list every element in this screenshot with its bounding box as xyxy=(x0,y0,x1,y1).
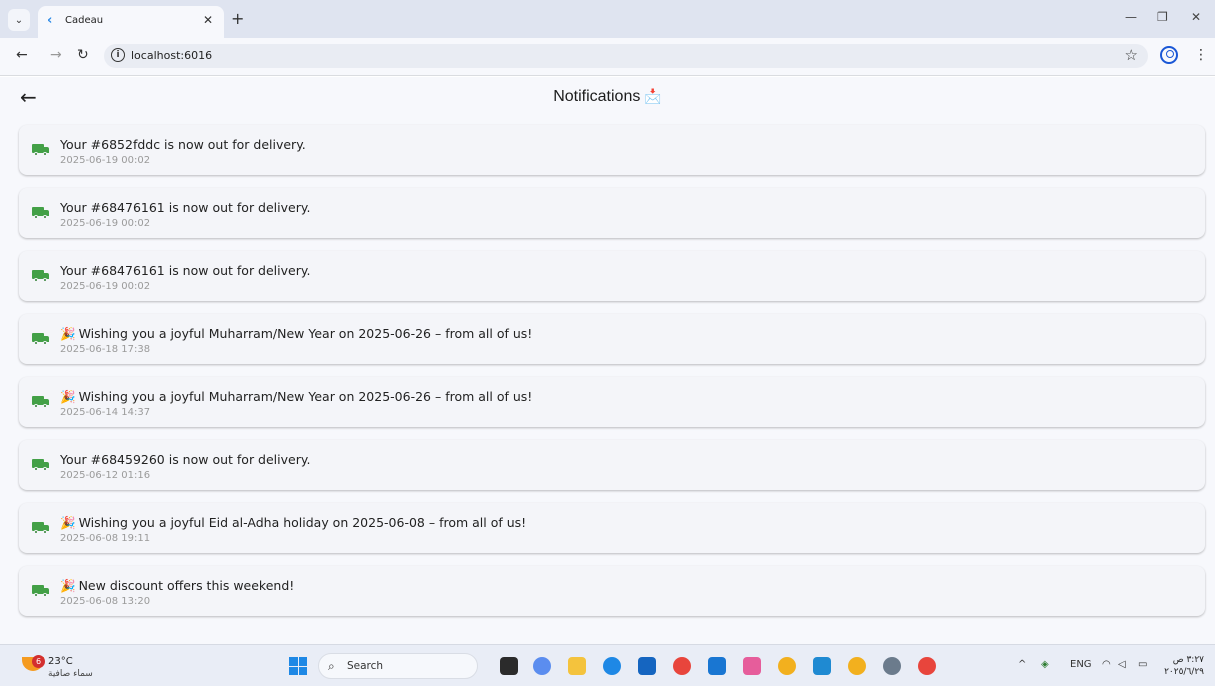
restore-icon[interactable]: ❐ xyxy=(1157,10,1168,24)
envelope-icon: 📩 xyxy=(644,88,662,104)
party-popper-icon: 🎉 xyxy=(60,578,76,593)
notification-card[interactable]: 🎉 Wishing you a joyful Eid al-Adha holida… xyxy=(19,503,1205,553)
close-tab-icon[interactable]: ✕ xyxy=(203,13,213,27)
outlook-icon[interactable] xyxy=(708,657,726,675)
delivery-truck-icon xyxy=(32,207,50,219)
notification-message: 🎉 Wishing you a joyful Eid al-Adha holida… xyxy=(60,515,526,531)
copilot-icon[interactable] xyxy=(533,657,551,675)
browser-toolbar: ← → ↻ i localhost:6016 ☆ ⋮ xyxy=(0,38,1215,76)
bookmark-star-icon[interactable]: ☆ xyxy=(1125,46,1138,64)
system-clock[interactable]: ٣:٢٧ ص ٢٠٢٥/٦/٢٩ xyxy=(1162,654,1204,678)
tray-app-icon[interactable]: ◈ xyxy=(1041,659,1049,670)
notification-text: Your #6852fddc is now out for delivery. xyxy=(60,137,306,152)
party-popper-icon: 🎉 xyxy=(60,515,76,530)
notification-card[interactable]: Your #68476161 is now out for delivery. 2… xyxy=(19,188,1205,238)
party-popper-icon: 🎉 xyxy=(60,389,76,404)
windows-start-icon[interactable] xyxy=(289,657,307,675)
windows-taskbar: 6 23°C سماء صافية ⌕ Search ^ ◈ ENG ◠ ◁ ▭… xyxy=(0,644,1215,686)
edge-icon[interactable] xyxy=(603,657,621,675)
menu-kebab-icon[interactable]: ⋮ xyxy=(1194,47,1208,63)
notification-time: 2025-06-14 14:37 xyxy=(60,407,151,418)
tab-title: Cadeau xyxy=(65,15,104,26)
wifi-icon[interactable]: ◠ xyxy=(1102,659,1111,670)
page-title-text: Notifications xyxy=(553,88,641,105)
chrome-icon[interactable] xyxy=(673,657,691,675)
notification-time: 2025-06-19 00:02 xyxy=(60,218,151,229)
notification-card[interactable]: Your #68476161 is now out for delivery. 2… xyxy=(19,251,1205,301)
taskbar-search[interactable]: ⌕ Search xyxy=(318,653,478,679)
settings-icon[interactable] xyxy=(883,657,901,675)
close-window-icon[interactable]: ✕ xyxy=(1191,10,1201,24)
favicon-icon: ‹ xyxy=(47,13,53,28)
notification-message: Your #6852fddc is now out for delivery. xyxy=(60,137,306,152)
page-title: Notifications 📩 xyxy=(0,88,1215,106)
address-bar[interactable]: i localhost:6016 ☆ xyxy=(104,44,1148,68)
chrome-canary-icon[interactable] xyxy=(778,657,796,675)
chrome-active-icon[interactable] xyxy=(918,657,936,675)
tab-search-icon[interactable]: ⌄ xyxy=(8,9,30,31)
battery-icon[interactable]: ▭ xyxy=(1138,659,1147,670)
delivery-truck-icon xyxy=(32,585,50,597)
notification-time: 2025-06-19 00:02 xyxy=(60,155,151,166)
weather-temperature: 23°C xyxy=(48,656,73,667)
browser-tab[interactable]: ‹ Cadeau ✕ xyxy=(38,6,224,38)
app-icon[interactable] xyxy=(743,657,761,675)
delivery-truck-icon xyxy=(32,144,50,156)
notification-time: 2025-06-08 19:11 xyxy=(60,533,151,544)
minimize-icon[interactable]: — xyxy=(1125,10,1137,24)
file-explorer-icon[interactable] xyxy=(568,657,586,675)
app-page: ← Notifications 📩 Your #6852fddc is now o… xyxy=(0,77,1215,644)
reload-icon[interactable]: ↻ xyxy=(77,47,89,63)
chrome-dev-icon[interactable] xyxy=(848,657,866,675)
notification-message: Your #68476161 is now out for delivery. xyxy=(60,200,310,215)
delivery-truck-icon xyxy=(32,333,50,345)
notification-time: 2025-06-12 01:16 xyxy=(60,470,151,481)
notification-message: 🎉 New discount offers this weekend! xyxy=(60,578,294,594)
notification-text: Wishing you a joyful Muharram/New Year o… xyxy=(78,389,533,404)
notification-message: 🎉 Wishing you a joyful Muharram/New Year … xyxy=(60,389,532,405)
delivery-truck-icon xyxy=(32,270,50,282)
new-tab-icon[interactable]: + xyxy=(231,9,244,28)
notification-card[interactable]: Your #6852fddc is now out for delivery. 2… xyxy=(19,125,1205,175)
delivery-truck-icon xyxy=(32,459,50,471)
tray-chevron-icon[interactable]: ^ xyxy=(1018,659,1026,670)
notification-text: Your #68476161 is now out for delivery. xyxy=(60,263,311,278)
search-label: Search xyxy=(347,660,384,672)
store-icon[interactable] xyxy=(638,657,656,675)
task-view-icon[interactable] xyxy=(500,657,518,675)
notification-time: 2025-06-18 17:38 xyxy=(60,344,151,355)
notification-card[interactable]: 🎉 Wishing you a joyful Muharram/New Year … xyxy=(19,377,1205,427)
notification-card[interactable]: 🎉 New discount offers this weekend! 2025-0… xyxy=(19,566,1205,616)
back-nav-icon[interactable]: ← xyxy=(16,47,28,63)
notification-text: Wishing you a joyful Muharram/New Year o… xyxy=(78,326,533,341)
notification-text: New discount offers this weekend! xyxy=(78,578,295,593)
notification-message: 🎉 Wishing you a joyful Muharram/New Year … xyxy=(60,326,532,342)
notification-card[interactable]: 🎉 Wishing you a joyful Muharram/New Year … xyxy=(19,314,1205,364)
party-popper-icon: 🎉 xyxy=(60,326,76,341)
delivery-truck-icon xyxy=(32,396,50,408)
clock-time: ٣:٢٧ ص xyxy=(1172,655,1204,665)
volume-icon[interactable]: ◁ xyxy=(1118,659,1126,670)
profile-icon[interactable] xyxy=(1160,46,1178,64)
browser-tab-strip: ⌄ ‹ Cadeau ✕ + — ❐ ✕ xyxy=(0,0,1215,38)
weather-badge: 6 xyxy=(32,655,45,668)
notification-text: Wishing you a joyful Eid al-Adha holiday… xyxy=(78,515,527,530)
forward-nav-icon[interactable]: → xyxy=(50,47,62,63)
language-indicator[interactable]: ENG xyxy=(1070,659,1092,670)
notification-text: Your #68459260 is now out for delivery. xyxy=(60,452,311,467)
clock-date: ٢٠٢٥/٦/٢٩ xyxy=(1164,667,1204,677)
weather-description: سماء صافية xyxy=(48,669,93,679)
notification-text: Your #68476161 is now out for delivery. xyxy=(60,200,311,215)
vscode-icon[interactable] xyxy=(813,657,831,675)
site-info-icon[interactable]: i xyxy=(111,48,125,62)
notification-card[interactable]: Your #68459260 is now out for delivery. 2… xyxy=(19,440,1205,490)
url-text: localhost:6016 xyxy=(131,49,213,62)
notification-message: Your #68476161 is now out for delivery. xyxy=(60,263,310,278)
notification-message: Your #68459260 is now out for delivery. xyxy=(60,452,310,467)
delivery-truck-icon xyxy=(32,522,50,534)
notification-time: 2025-06-08 13:20 xyxy=(60,596,151,607)
notification-time: 2025-06-19 00:02 xyxy=(60,281,151,292)
notification-list: Your #6852fddc is now out for delivery. 2… xyxy=(19,125,1205,629)
search-icon: ⌕ xyxy=(328,659,335,673)
